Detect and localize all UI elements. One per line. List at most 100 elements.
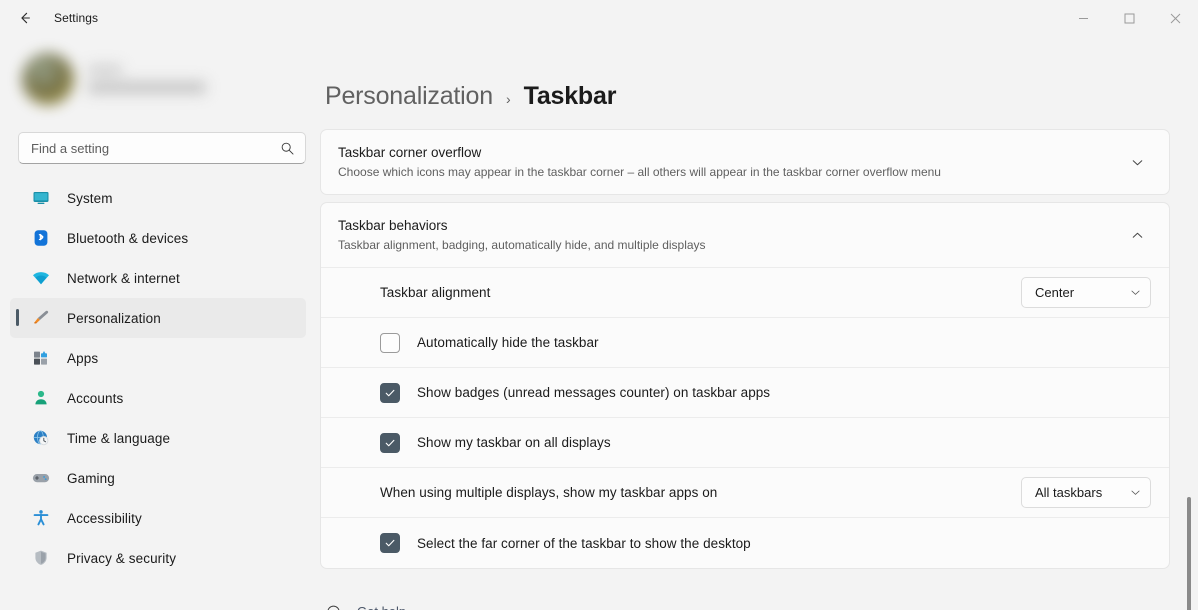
sidebar-item-label: Privacy & security: [67, 550, 177, 566]
gamepad-icon: [32, 469, 50, 487]
sidebar-item-personalization[interactable]: Personalization: [10, 298, 306, 338]
sidebar-nav: System Bluetooth & devices Network & int…: [0, 178, 320, 578]
back-button[interactable]: [8, 3, 42, 33]
footer-links: ? Get help: [320, 576, 1170, 610]
sidebar-item-bluetooth-devices[interactable]: Bluetooth & devices: [10, 218, 306, 258]
sidebar-item-label: Time & language: [67, 430, 171, 446]
sidebar-item-label: Personalization: [67, 310, 161, 326]
row-label: When using multiple displays, show my ta…: [380, 485, 718, 500]
sidebar-item-accounts[interactable]: Accounts: [10, 378, 306, 418]
monitor-icon: [32, 189, 50, 207]
checkbox-label: Show my taskbar on all displays: [417, 435, 611, 450]
paintbrush-icon: [32, 309, 50, 327]
breadcrumb: Personalization › Taskbar: [320, 36, 1198, 129]
settings-window: Settings Find a setting System Bluetooth…: [0, 0, 1198, 610]
card-rows: Taskbar alignment Center Automatically h…: [321, 267, 1169, 568]
show-badges-checkbox[interactable]: [380, 382, 400, 403]
card-taskbar-behaviors: Taskbar behaviors Taskbar alignment, bad…: [320, 202, 1170, 569]
user-profile[interactable]: [22, 40, 308, 118]
arrow-left-icon: [21, 12, 30, 24]
expand-button[interactable]: [1123, 148, 1151, 176]
search-box[interactable]: [18, 132, 306, 164]
settings-scroll-area: Taskbar corner overflow Choose which ico…: [320, 129, 1198, 610]
dropdown-value: Center: [1035, 285, 1075, 300]
card-title: Taskbar behaviors: [338, 218, 448, 233]
app-title: Settings: [54, 11, 99, 25]
sidebar-item-label: Bluetooth & devices: [67, 230, 189, 246]
far-corner-checkbox[interactable]: [380, 533, 400, 553]
avatar: [22, 53, 74, 105]
title-bar: Settings: [0, 0, 1198, 36]
shield-icon: [32, 549, 50, 567]
window-body: System Bluetooth & devices: [0, 36, 1198, 610]
main-content: Personalization › Taskbar Taskbar corner…: [320, 36, 1198, 610]
taskbar-alignment-dropdown[interactable]: Center: [1021, 277, 1151, 308]
checkbox-label: Automatically hide the taskbar: [417, 335, 599, 350]
sidebar-item-label: Accounts: [67, 390, 124, 406]
check-icon: [385, 539, 395, 547]
row-show-badges[interactable]: Show badges (unread messages counter) on…: [321, 368, 1169, 418]
collapse-button[interactable]: [1123, 221, 1151, 249]
checkbox-label: Show badges (unread messages counter) on…: [417, 385, 771, 400]
auto-hide-checkbox[interactable]: [380, 332, 400, 353]
get-help-label: Get help: [357, 604, 406, 610]
all-displays-checkbox[interactable]: [380, 432, 400, 453]
checkbox-label: Select the far corner of the taskbar to …: [417, 535, 751, 551]
chevron-down-icon: [1132, 159, 1142, 165]
wifi-icon: [32, 269, 50, 287]
accessibility-icon: [32, 509, 50, 527]
sidebar-item-time-language[interactable]: Time & language: [10, 418, 306, 458]
card-header-toggle[interactable]: Taskbar behaviors Taskbar alignment, bad…: [321, 203, 1169, 267]
scrollbar-thumb[interactable]: [1187, 497, 1191, 610]
sidebar-item-label: Network & internet: [67, 270, 180, 286]
chevron-down-icon: [1131, 290, 1140, 295]
card-title: Taskbar corner overflow: [338, 145, 482, 160]
sidebar-item-label: Apps: [67, 350, 99, 366]
sidebar-item-label: Gaming: [67, 470, 115, 486]
clock-globe-icon: [32, 429, 50, 447]
row-far-corner-show-desktop[interactable]: Select the far corner of the taskbar to …: [321, 518, 1169, 568]
maximize-icon: [1124, 13, 1134, 23]
sidebar-item-label: System: [67, 190, 113, 206]
dropdown-value: All taskbars: [1035, 485, 1103, 500]
search-icon: [281, 142, 294, 154]
row-automatically-hide-taskbar[interactable]: Automatically hide the taskbar: [321, 318, 1169, 368]
multi-display-apps-dropdown[interactable]: All taskbars: [1021, 477, 1151, 508]
card-taskbar-corner-overflow: Taskbar corner overflow Choose which ico…: [320, 129, 1170, 195]
search-input[interactable]: [31, 140, 280, 156]
check-icon: [385, 389, 395, 396]
check-icon: [385, 439, 395, 446]
bluetooth-icon: [32, 229, 50, 247]
card-subtitle: Choose which icons may appear in the tas…: [338, 165, 941, 179]
card-header-toggle[interactable]: Taskbar corner overflow Choose which ico…: [321, 130, 1169, 194]
breadcrumb-parent-link[interactable]: Personalization: [325, 82, 493, 111]
sidebar-item-gaming[interactable]: Gaming: [10, 458, 306, 498]
close-button[interactable]: [1152, 0, 1198, 36]
sidebar-item-accessibility[interactable]: Accessibility: [10, 498, 306, 538]
maximize-button[interactable]: [1106, 0, 1152, 36]
row-taskbar-alignment: Taskbar alignment Center: [321, 268, 1169, 318]
sidebar-item-system[interactable]: System: [10, 178, 306, 218]
sidebar-item-apps[interactable]: Apps: [10, 338, 306, 378]
chevron-up-icon: [1132, 232, 1142, 238]
scrollbar-track[interactable]: [1186, 189, 1192, 610]
profile-text-redacted: [88, 64, 206, 94]
sidebar: System Bluetooth & devices: [0, 36, 320, 610]
row-multi-display-taskbar-apps: When using multiple displays, show my ta…: [321, 468, 1169, 518]
row-show-taskbar-all-displays[interactable]: Show my taskbar on all displays: [321, 418, 1169, 468]
card-subtitle: Taskbar alignment, badging, automaticall…: [338, 238, 706, 252]
apps-icon: [32, 349, 50, 367]
minimize-button[interactable]: [1060, 0, 1106, 36]
sidebar-item-label: Accessibility: [67, 510, 142, 526]
sidebar-item-privacy-security[interactable]: Privacy & security: [10, 538, 306, 578]
caption-buttons: [1060, 0, 1198, 36]
minimize-icon: [1078, 17, 1088, 19]
page-title: Taskbar: [523, 82, 617, 110]
close-icon: [1170, 13, 1180, 23]
get-help-link[interactable]: ? Get help: [325, 596, 1170, 610]
sidebar-item-network-internet[interactable]: Network & internet: [10, 258, 306, 298]
chevron-right-icon: ›: [505, 91, 511, 107]
person-icon: [32, 389, 50, 407]
help-headset-icon: ?: [327, 605, 340, 610]
chevron-down-icon: [1131, 490, 1140, 495]
